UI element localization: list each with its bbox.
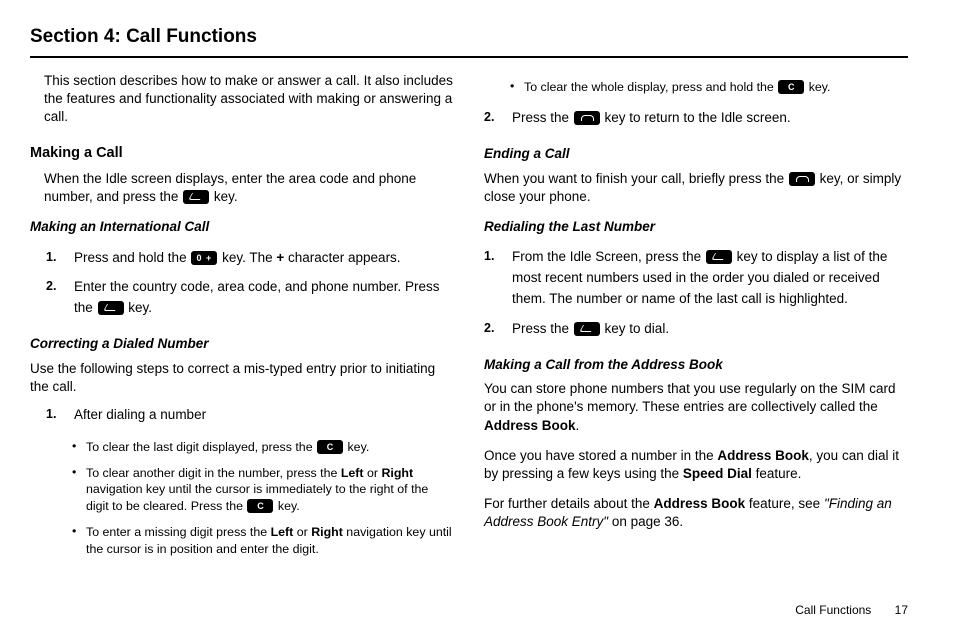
text: character appears. <box>284 250 400 265</box>
text: . <box>576 418 580 433</box>
making-call-para: When the Idle screen displays, enter the… <box>30 168 454 208</box>
text: For further details about the <box>484 496 654 511</box>
list-item: 1. Press and hold the key. The + charact… <box>60 245 454 275</box>
intro-text: This section describes how to make or an… <box>30 72 454 137</box>
intl-steps: 1. Press and hold the key. The + charact… <box>30 241 454 326</box>
footer-label: Call Functions <box>795 603 871 617</box>
text: or <box>293 525 311 539</box>
ab-para3: For further details about the Address Bo… <box>484 493 908 533</box>
right-key: Right <box>311 525 343 539</box>
text: To clear another digit in the number, pr… <box>86 466 341 480</box>
text: key. <box>125 300 153 315</box>
list-item: To enter a missing digit press the Left … <box>76 521 454 563</box>
text: Press the <box>512 321 573 336</box>
heading-intl-call: Making an International Call <box>30 218 454 236</box>
step-number: 2. <box>484 319 494 338</box>
clear-key-icon <box>317 440 343 454</box>
send-key-icon <box>574 322 600 336</box>
text: key. <box>805 80 830 94</box>
ab-para2: Once you have stored a number in the Add… <box>484 445 908 485</box>
address-book-term: Address Book <box>654 496 746 511</box>
text: key. <box>210 189 238 204</box>
step-number: 1. <box>484 247 494 266</box>
correct-steps: 1. After dialing a number <box>30 398 454 432</box>
two-column-layout: This section describes how to make or an… <box>30 72 908 564</box>
send-key-icon <box>98 301 124 315</box>
list-item: 1. After dialing a number <box>60 402 454 432</box>
end-key-icon <box>574 111 600 125</box>
page-footer: Call Functions 17 <box>795 602 908 618</box>
left-column: This section describes how to make or an… <box>30 72 454 564</box>
heading-ending-call: Ending a Call <box>484 145 908 163</box>
step-number: 2. <box>46 277 56 296</box>
address-book-term: Address Book <box>484 418 576 433</box>
text: key to return to the Idle screen. <box>601 110 791 125</box>
step-number: 1. <box>46 248 56 267</box>
text: To clear the whole display, press and ho… <box>524 80 777 94</box>
text: From the Idle Screen, press the <box>512 249 705 264</box>
page-number: 17 <box>895 603 908 617</box>
zero-key-icon <box>191 251 217 265</box>
text: Press and hold the <box>74 250 190 265</box>
right-key: Right <box>381 466 413 480</box>
text: or <box>364 466 382 480</box>
text: Once you have stored a number in the <box>484 448 717 463</box>
list-item: 2. Press the key to return to the Idle s… <box>498 105 908 135</box>
send-key-icon <box>706 250 732 264</box>
text: feature. <box>752 466 802 481</box>
right-column: To clear the whole display, press and ho… <box>484 72 908 564</box>
step-number: 2. <box>484 108 494 127</box>
text: key to dial. <box>601 321 669 336</box>
text: key. <box>344 440 369 454</box>
correct-steps-cont: 2. Press the key to return to the Idle s… <box>484 101 908 135</box>
text: To clear the last digit displayed, press… <box>86 440 316 454</box>
text: on page 36. <box>608 514 683 529</box>
text: key. <box>274 499 299 513</box>
correct-bullets: To clear the last digit displayed, press… <box>30 432 454 563</box>
list-item: 1. From the Idle Screen, press the key t… <box>498 244 908 316</box>
send-key-icon <box>183 190 209 204</box>
section-title: Section 4: Call Functions <box>30 24 908 58</box>
text: When you want to finish your call, brief… <box>484 171 788 186</box>
correct-intro: Use the following steps to correct a mis… <box>30 358 454 398</box>
list-item: 2. Enter the country code, area code, an… <box>60 274 454 325</box>
ab-para1: You can store phone numbers that you use… <box>484 378 908 437</box>
heading-redial: Redialing the Last Number <box>484 218 908 236</box>
step-number: 1. <box>46 405 56 424</box>
speed-dial-term: Speed Dial <box>683 466 752 481</box>
redial-steps: 1. From the Idle Screen, press the key t… <box>484 240 908 346</box>
end-key-icon <box>789 172 815 186</box>
heading-making-a-call: Making a Call <box>30 144 454 164</box>
clear-key-icon <box>778 80 804 94</box>
text: Press the <box>512 110 573 125</box>
list-item: To clear the last digit displayed, press… <box>76 436 454 462</box>
clear-key-icon <box>247 499 273 513</box>
left-key: Left <box>271 525 294 539</box>
text: After dialing a number <box>74 407 206 422</box>
address-book-term: Address Book <box>717 448 809 463</box>
text: feature, see <box>745 496 824 511</box>
list-item: To clear another digit in the number, pr… <box>76 462 454 521</box>
list-item: To clear the whole display, press and ho… <box>514 76 908 102</box>
text: key. The <box>218 250 276 265</box>
left-key: Left <box>341 466 364 480</box>
heading-address-book: Making a Call from the Address Book <box>484 356 908 374</box>
correct-bullets-cont: To clear the whole display, press and ho… <box>484 72 908 102</box>
text: To enter a missing digit press the <box>86 525 271 539</box>
end-para: When you want to finish your call, brief… <box>484 168 908 208</box>
list-item: 2. Press the key to dial. <box>498 316 908 346</box>
text: You can store phone numbers that you use… <box>484 381 896 414</box>
heading-correcting: Correcting a Dialed Number <box>30 335 454 353</box>
